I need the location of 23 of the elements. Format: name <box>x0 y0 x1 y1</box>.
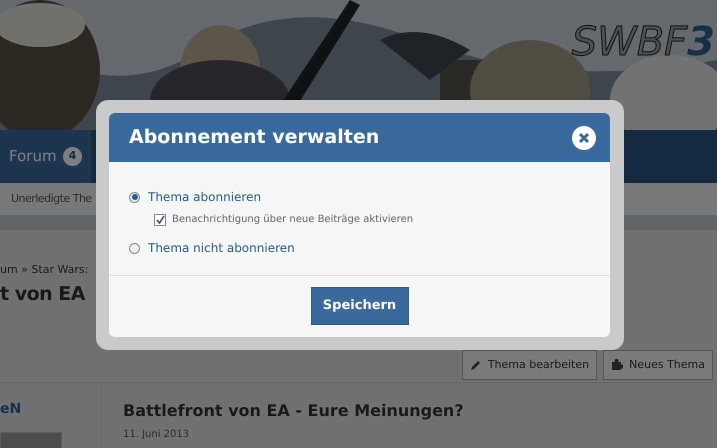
dialog-title: Abonnement verwalten <box>129 125 380 150</box>
count-badge: 4 <box>62 147 82 166</box>
username-link[interactable]: eN <box>0 399 101 420</box>
breadcrumb[interactable]: um » Star Wars: <box>0 263 88 276</box>
post-date: 11. Juni 2013 <box>123 428 190 442</box>
nav-tab[interactable]: Forum 4 <box>0 130 92 183</box>
checkbox[interactable] <box>154 214 166 226</box>
close-button[interactable] <box>572 126 596 150</box>
action-button[interactable]: Thema bearbeiten <box>462 350 598 380</box>
page-title: t von EA <box>0 283 85 305</box>
logo-text: SWBF <box>572 22 688 62</box>
action-button[interactable]: Neues Thema <box>603 350 713 380</box>
save-button[interactable]: Speichern <box>310 287 408 325</box>
logo-accent: 3 <box>687 22 715 62</box>
close-icon <box>578 132 590 144</box>
radio-label[interactable]: Thema nicht abonnieren <box>148 239 295 257</box>
radio-button[interactable] <box>129 242 140 254</box>
radio-label[interactable]: Thema abonnieren <box>148 188 262 206</box>
pencil-icon <box>470 359 482 371</box>
post-title: Battlefront von EA - Eure Meinungen? <box>123 400 464 422</box>
radio-button[interactable] <box>129 192 140 202</box>
subnav-link[interactable]: Unerledigte The <box>11 190 92 208</box>
checkbox-label[interactable]: Benachrichtigung über neue Beiträge aktivieren <box>172 212 414 227</box>
